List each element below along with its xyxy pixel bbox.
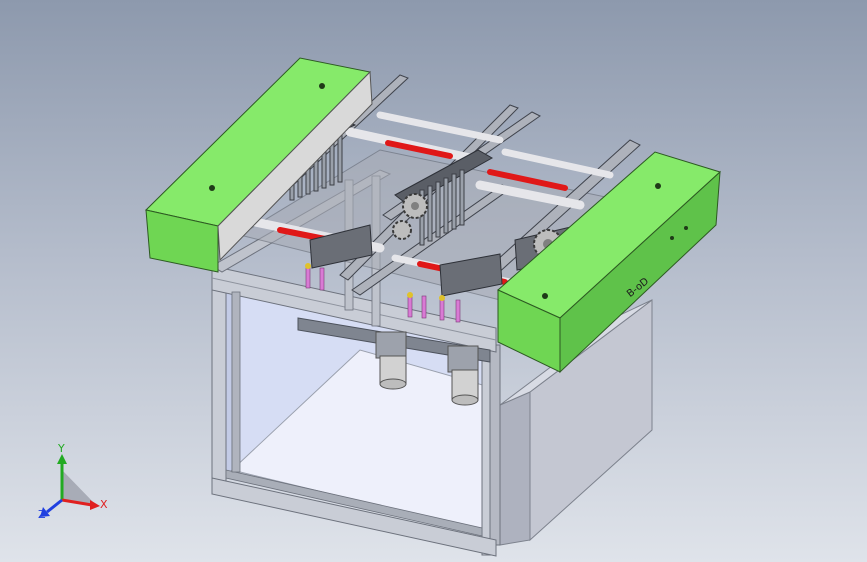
- axis-triad: Y X Z: [38, 442, 108, 521]
- mount-hole: [319, 83, 325, 89]
- mount-hole: [670, 236, 674, 240]
- mount-hole: [655, 183, 661, 189]
- cad-viewport[interactable]: B-oD Y X Z: [0, 0, 867, 562]
- mount-hole: [684, 226, 688, 230]
- frame-inner-column: [231, 291, 241, 473]
- z-axis-arrow: [46, 498, 63, 514]
- side-cabinet-front: [499, 391, 531, 546]
- gear-center-hub: [411, 202, 419, 210]
- shaft-2: [376, 111, 504, 144]
- servo-motor-left: [375, 331, 407, 390]
- frame-post-front-left: [211, 281, 227, 495]
- gear-mid: [392, 220, 412, 240]
- mount-hole: [542, 293, 548, 299]
- x-axis-label: X: [100, 498, 108, 511]
- shaft-3: [501, 148, 614, 179]
- mount-hole: [209, 185, 215, 191]
- cad-model-svg[interactable]: B-oD Y X Z: [0, 0, 867, 562]
- servo-motor-right: [447, 345, 479, 406]
- y-axis-label: Y: [57, 442, 65, 455]
- frame-post-back-right: [489, 344, 501, 546]
- x-axis-arrowhead: [90, 500, 100, 510]
- y-axis-arrowhead: [57, 454, 67, 464]
- z-axis-label: Z: [38, 508, 46, 521]
